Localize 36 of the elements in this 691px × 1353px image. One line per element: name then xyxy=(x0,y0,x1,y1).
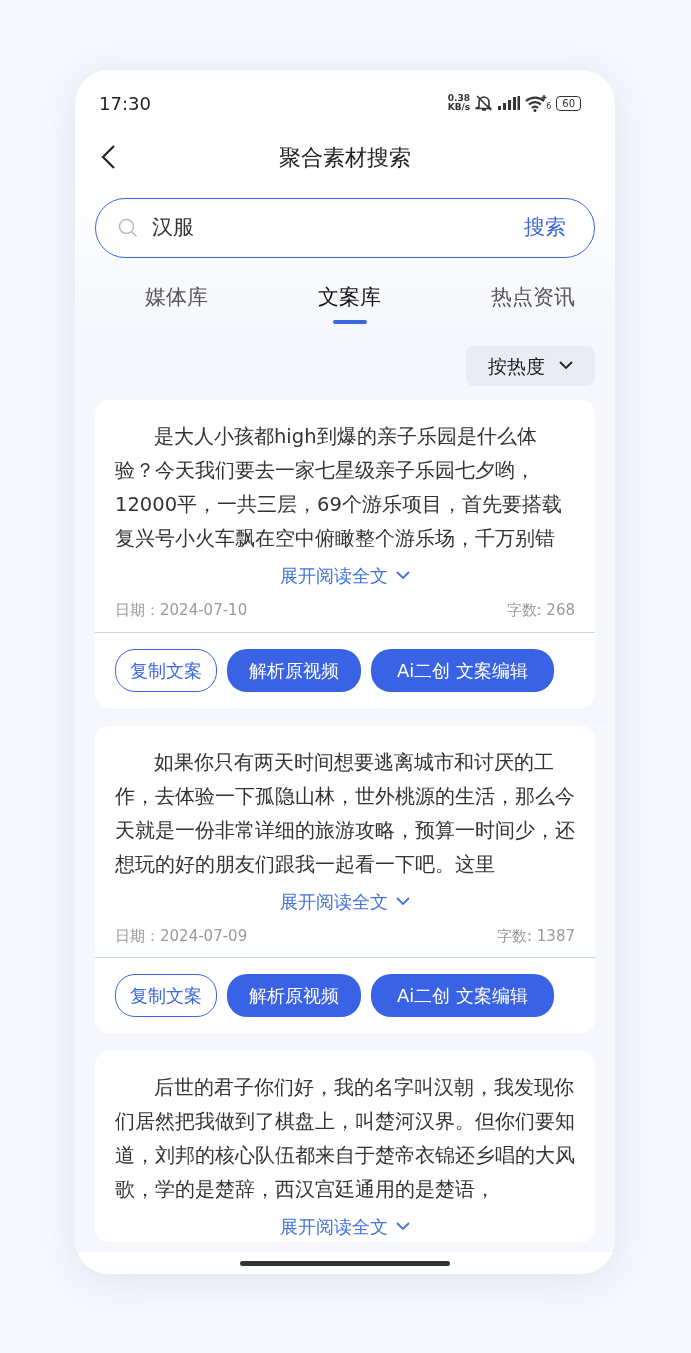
wifi-icon xyxy=(525,94,548,112)
page-title: 聚合素材搜索 xyxy=(278,143,412,172)
search-field[interactable]: 汉服 搜索 xyxy=(95,198,595,258)
sort-dropdown[interactable]: 按热度 xyxy=(466,345,595,386)
card-action-button[interactable]: 复制文案 xyxy=(115,648,217,692)
chevron-down-icon xyxy=(559,361,573,371)
expand-link[interactable]: 展开阅读全文 xyxy=(280,560,410,591)
tab[interactable]: 热点资讯 xyxy=(491,282,575,324)
signal-icon xyxy=(498,96,521,110)
expand-link[interactable]: 展开阅读全文 xyxy=(280,885,410,917)
word-count: 字数: 268 xyxy=(506,600,575,621)
chevron-down-icon xyxy=(396,1222,410,1231)
card-text: 是大人小孩都high到爆的亲子乐园是什么体验？今天我们要去一家七星级亲子乐园七夕哟，12000平，一共三层，69个游乐项目，首先要搭载复兴号小火车飘在空中俯瞰整个游乐场，千万别错 xyxy=(114,424,563,552)
card-action-button[interactable]: 复制文案 xyxy=(115,974,217,1017)
chevron-down-icon xyxy=(396,896,410,906)
wifi-generation-label: 6 xyxy=(546,101,552,113)
card-action-button[interactable]: 解析原视频 xyxy=(227,974,361,1017)
card-action-button[interactable]: 解析原视频 xyxy=(227,648,361,692)
chevron-down-icon xyxy=(396,571,410,580)
card-text: 如果你只有两天时间想要逃离城市和讨厌的工作，去体验一下孤隐山林，世外桃源的生活，那么今天就是一份非常详细的旅游攻略，预算一时间少，还想玩的好的朋友们跟我一起看一下吧。这里 xyxy=(114,749,576,878)
expand-link[interactable]: 展开阅读全文 xyxy=(280,1211,410,1242)
card-date: 日期：2024-07-10 xyxy=(115,600,248,621)
word-count: 字数: 1387 xyxy=(497,925,575,947)
search-icon xyxy=(118,218,138,238)
battery-indicator: 60 xyxy=(556,95,581,111)
card-text: 后世的君子你们好，我的名字叫汉朝，我发现你们居然把我做到了棋盘上，叫楚河汉界。但你们要知道，刘邦的核心队伍都来自于楚帝衣锦还乡唱的大风歌，学的是楚辞，西汉宫廷通用的是楚语， xyxy=(114,1075,576,1203)
tab[interactable]: 媒体库 xyxy=(145,282,208,324)
status-time: 17:30 xyxy=(99,91,151,116)
net-speed-value: 0.38 xyxy=(447,94,471,103)
card-action-button[interactable]: Ai二创 文案编辑 xyxy=(371,648,555,692)
search-button[interactable]: 搜索 xyxy=(524,212,566,244)
net-speed-unit: KB/s xyxy=(447,103,471,112)
card-date: 日期：2024-07-09 xyxy=(115,925,248,947)
card-action-button[interactable]: Ai二创 文案编辑 xyxy=(371,974,555,1017)
muted-bell-icon xyxy=(475,94,494,112)
tab[interactable]: 文案库 xyxy=(318,282,381,324)
